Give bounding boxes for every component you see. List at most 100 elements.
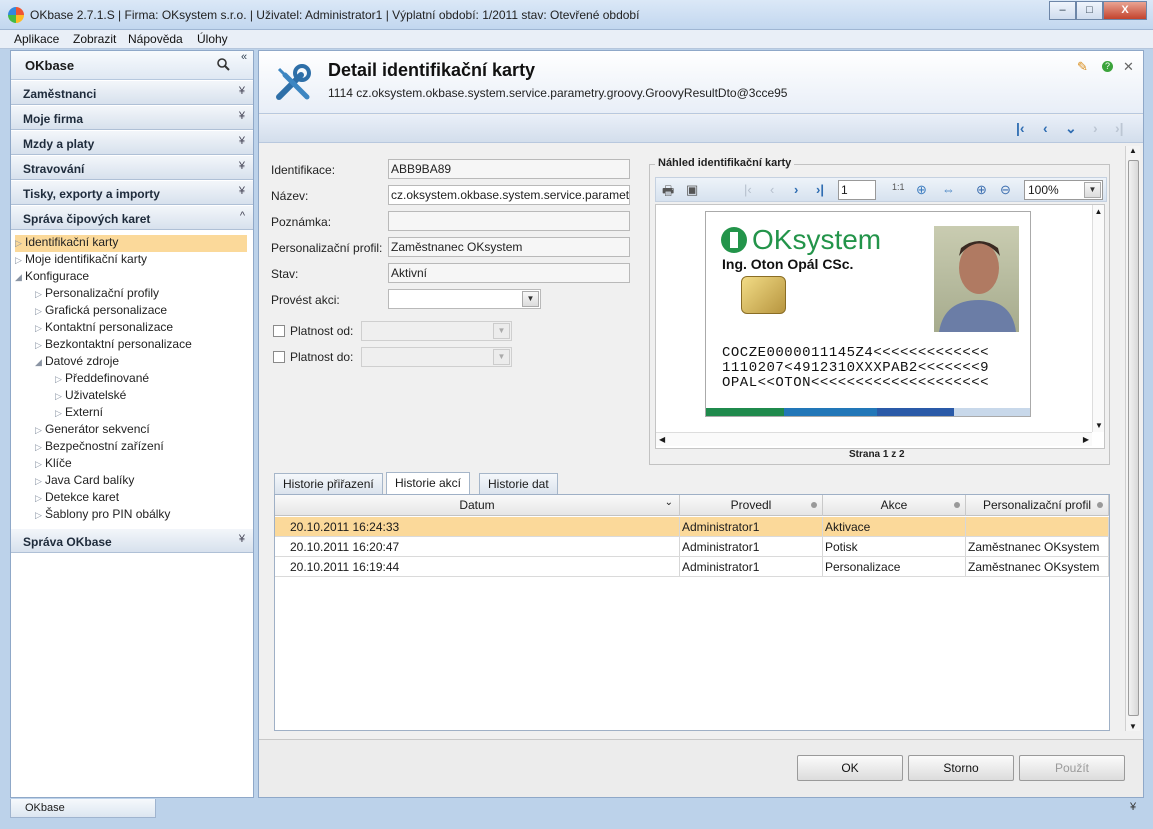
scrollbar-thumb[interactable] [1128, 160, 1139, 716]
column-menu-icon[interactable] [811, 502, 817, 508]
expand-arrow-icon[interactable]: ▷ [55, 391, 65, 402]
menu-zobrazit[interactable]: Zobrazit [73, 32, 116, 46]
main-vertical-scrollbar[interactable]: ▲ ▼ [1125, 146, 1140, 731]
column-header-profil[interactable]: Personalizační profil [966, 495, 1109, 516]
last-record-icon[interactable]: ›| [1115, 120, 1124, 136]
scroll-left-icon[interactable]: ◀ [659, 435, 665, 444]
save-icon[interactable]: ▣ [686, 182, 698, 198]
identifikace-field[interactable]: ABB9BA89 [388, 159, 630, 179]
profil-field[interactable]: Zaměstnanec OKsystem [388, 237, 630, 257]
tree-item[interactable]: ▷ Personalizační profily [35, 286, 247, 303]
expand-arrow-icon[interactable]: ▷ [55, 408, 65, 419]
maximize-button[interactable]: □ [1076, 1, 1103, 20]
tree-item[interactable]: ▷ Grafická personalizace [35, 303, 247, 320]
expand-arrow-icon[interactable]: ▷ [15, 238, 25, 249]
pouzit-button[interactable]: Použít [1019, 755, 1125, 781]
tree-item[interactable]: ▷ Šablony pro PIN obálky [35, 507, 247, 524]
collapse-arrow-icon[interactable]: ◢ [15, 272, 25, 283]
expand-arrow-icon[interactable]: ▷ [55, 374, 65, 385]
fit-page-icon[interactable]: ⊕ [916, 182, 927, 198]
collapse-arrow-icon[interactable]: ◢ [35, 357, 45, 368]
table-row[interactable]: 20.10.2011 16:24:33 Administrator1 Aktivac… [275, 517, 1109, 537]
zoom-out-icon[interactable]: ⊖ [1000, 182, 1011, 198]
section-tisky[interactable]: Tisky, exporty a importy ¥ [11, 181, 253, 205]
scroll-down-icon[interactable]: ▼ [1093, 421, 1105, 430]
previous-page-icon[interactable]: ‹ [770, 182, 774, 197]
stav-field[interactable]: Aktivní [388, 263, 630, 283]
edit-pencil-icon[interactable]: ✎ [1077, 59, 1088, 75]
next-record-icon[interactable]: › [1093, 120, 1098, 136]
first-record-icon[interactable]: |‹ [1016, 120, 1025, 136]
provest-akci-select[interactable]: ▼ [388, 289, 541, 309]
zoom-select[interactable]: 100% ▼ [1024, 180, 1103, 200]
search-icon[interactable] [217, 58, 230, 71]
tree-item[interactable]: ▷ Uživatelské [55, 388, 247, 405]
zoom-in-icon[interactable]: ⊕ [976, 182, 987, 198]
tree-item[interactable]: ▷ Klíče [35, 456, 247, 473]
last-page-icon[interactable]: ›| [816, 182, 824, 197]
close-button[interactable]: X [1103, 1, 1147, 20]
scroll-up-icon[interactable]: ▲ [1093, 205, 1104, 216]
tree-item[interactable]: ▷ Externí [55, 405, 247, 422]
next-page-icon[interactable]: › [794, 182, 798, 197]
tab-historie-akci[interactable]: Historie akcí [386, 472, 471, 495]
actual-size-icon[interactable]: 1:1 [892, 182, 905, 192]
help-icon[interactable]: ? [1102, 61, 1113, 72]
tree-item[interactable]: ▷ Bezpečnostní zařízení [35, 439, 247, 456]
scroll-down-icon[interactable]: ▼ [1129, 722, 1137, 731]
expand-arrow-icon[interactable]: ▷ [35, 306, 45, 317]
tree-item[interactable]: ▷ Moje identifikační karty [15, 252, 247, 269]
scroll-up-icon[interactable]: ▲ [1129, 146, 1137, 155]
menu-aplikace[interactable]: Aplikace [14, 32, 59, 46]
tree-item[interactable]: ◢ Konfigurace [15, 269, 247, 286]
page-number-input[interactable]: 1 [838, 180, 876, 200]
tree-item[interactable]: ▷ Detekce karet [35, 490, 247, 507]
tree-item[interactable]: ▷ Identifikační karty [15, 235, 247, 252]
tree-item[interactable]: ▷ Java Card balíky [35, 473, 247, 490]
table-row[interactable]: 20.10.2011 16:20:47 Administrator1 Potisk Z… [275, 537, 1109, 557]
platnost-do-field[interactable]: ▼ [361, 347, 512, 367]
preview-horizontal-scrollbar[interactable]: ◀ ▶ [656, 432, 1092, 446]
expand-arrow-icon[interactable]: ▷ [35, 323, 45, 334]
chevron-down-icon[interactable]: ▼ [493, 349, 510, 365]
scroll-right-icon[interactable]: ▶ [1083, 435, 1089, 444]
section-stravovani[interactable]: Stravování ¥ [11, 156, 253, 180]
section-sprava-cipovych-karet[interactable]: Správa čipových karet ^ [11, 206, 253, 230]
bottom-tab-okbase[interactable]: OKbase [10, 799, 156, 818]
tab-historie-prirazeni[interactable]: Historie přiřazení [274, 473, 383, 494]
chevron-down-icon[interactable]: ▼ [522, 291, 539, 307]
expand-arrow-icon[interactable]: ▷ [35, 476, 45, 487]
section-moje-firma[interactable]: Moje firma ¥ [11, 106, 253, 130]
section-mzdy-a-platy[interactable]: Mzdy a platy ¥ [11, 131, 253, 155]
first-page-icon[interactable]: |‹ [744, 182, 752, 197]
platnost-od-field[interactable]: ▼ [361, 321, 512, 341]
chevron-down-icon[interactable]: ⌄ [1065, 120, 1077, 137]
expand-arrow-icon[interactable]: ▷ [15, 255, 25, 266]
nazev-field[interactable]: cz.oksystem.okbase.system.service.parame… [388, 185, 630, 205]
close-icon[interactable]: ✕ [1123, 59, 1134, 75]
chevron-down-icon[interactable]: ▼ [493, 323, 510, 339]
column-menu-icon[interactable] [1097, 502, 1103, 508]
minimize-button[interactable]: – [1049, 1, 1076, 20]
table-row[interactable]: 20.10.2011 16:19:44 Administrator1 Persona… [275, 557, 1109, 577]
menu-napoveda[interactable]: Nápověda [128, 32, 183, 46]
print-icon[interactable]: 🖶 [662, 182, 674, 204]
expand-arrow-icon[interactable]: ▷ [35, 340, 45, 351]
poznamka-field[interactable] [388, 211, 630, 231]
column-header-akce[interactable]: Akce [823, 495, 966, 516]
column-header-datum[interactable]: Datum ⌄ [275, 495, 680, 516]
column-header-provedl[interactable]: Provedl [680, 495, 823, 516]
preview-vertical-scrollbar[interactable]: ▲ ▼ [1092, 205, 1104, 432]
chevron-down-icon[interactable]: ▼ [1084, 182, 1101, 198]
platnost-od-checkbox[interactable] [273, 325, 285, 337]
tree-item[interactable]: ◢ Datové zdroje [35, 354, 247, 371]
storno-button[interactable]: Storno [908, 755, 1014, 781]
menu-ulohy[interactable]: Úlohy [197, 32, 228, 46]
previous-record-icon[interactable]: ‹ [1043, 120, 1048, 136]
ok-button[interactable]: OK [797, 755, 903, 781]
expand-arrow-icon[interactable]: ▷ [35, 493, 45, 504]
tree-item[interactable]: ▷ Generátor sekvencí [35, 422, 247, 439]
expand-arrow-icon[interactable]: ▷ [35, 510, 45, 521]
chevron-down-icon[interactable]: ¥ [1130, 801, 1136, 813]
fit-width-icon[interactable]: ⇔ [942, 182, 955, 197]
